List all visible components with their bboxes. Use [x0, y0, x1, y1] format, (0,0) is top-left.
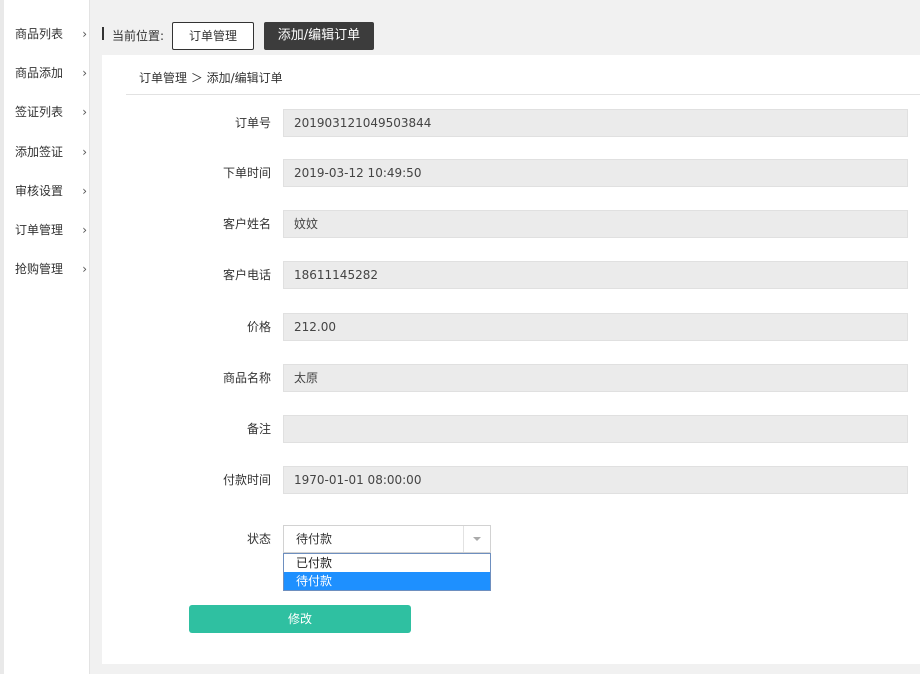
main-panel: 订单管理 ＞ 添加/编辑订单 订单号 201903121049503844 下单… [102, 55, 920, 664]
chevron-right-icon: › [82, 184, 87, 198]
sidebar-item-label: 签证列表 [15, 105, 64, 119]
form-row-price: 价格 212.00 [102, 313, 920, 341]
field-label: 下单时间 [222, 166, 271, 180]
customer-phone-field[interactable]: 18611145282 [283, 261, 908, 289]
location-bar: 当前位置: 订单管理 添加/编辑订单 [102, 22, 920, 50]
status-options-list: 已付款 待付款 [283, 553, 491, 591]
form-row-customer-name: 客户姓名 妏妏 [102, 210, 920, 238]
form-row-order-number: 订单号 201903121049503844 [102, 109, 920, 137]
field-label: 付款时间 [222, 473, 271, 487]
field-label: 客户电话 [222, 268, 271, 282]
sidebar-item-label: 抢购管理 [15, 262, 64, 276]
field-label: 商品名称 [222, 371, 271, 385]
form-row-customer-phone: 客户电话 18611145282 [102, 261, 920, 289]
chevron-right-icon: › [82, 262, 87, 276]
crumb-add-edit-order[interactable]: 添加/编辑订单 [264, 22, 374, 50]
chevron-down-icon [473, 537, 481, 541]
chevron-right-icon: › [82, 105, 87, 119]
chevron-right-icon: › [82, 223, 87, 237]
product-name-field[interactable]: 太原 [283, 364, 908, 392]
status-selected-value: 待付款 [296, 532, 333, 546]
sidebar-item-label: 商品列表 [15, 27, 64, 41]
submit-button[interactable]: 修改 [189, 605, 411, 633]
status-select[interactable]: 待付款 [283, 525, 491, 553]
order-number-field[interactable]: 201903121049503844 [283, 109, 908, 137]
status-option-paid[interactable]: 已付款 [284, 554, 490, 572]
status-option-pending[interactable]: 待付款 [284, 572, 490, 590]
field-label: 客户姓名 [222, 217, 271, 231]
sidebar-item-product-add[interactable]: 商品添加 › [15, 63, 87, 83]
sidebar-item-label: 商品添加 [15, 66, 64, 80]
form-row-remarks: 备注 [102, 415, 920, 443]
sidebar-item-flash-sale[interactable]: 抢购管理 › [15, 259, 87, 279]
chevron-right-icon: › [82, 27, 87, 41]
sidebar-item-label: 添加签证 [15, 145, 64, 159]
sidebar-item-visa-add[interactable]: 添加签证 › [15, 142, 87, 162]
sidebar-item-review-settings[interactable]: 审核设置 › [15, 181, 87, 201]
sidebar-item-label: 审核设置 [15, 184, 64, 198]
remarks-field[interactable] [283, 415, 908, 443]
crumb-order-management[interactable]: 订单管理 [172, 22, 254, 50]
field-label: 订单号 [234, 116, 271, 130]
price-field[interactable]: 212.00 [283, 313, 908, 341]
form-row-payment-time: 付款时间 1970-01-01 08:00:00 [102, 466, 920, 494]
customer-name-field[interactable]: 妏妏 [283, 210, 908, 238]
payment-time-field[interactable]: 1970-01-01 08:00:00 [283, 466, 908, 494]
chevron-right-icon: › [82, 145, 87, 159]
select-arrow-box[interactable] [463, 526, 490, 552]
location-marker [102, 27, 104, 40]
field-label: 价格 [246, 320, 271, 334]
sidebar-item-product-list[interactable]: 商品列表 › [15, 24, 87, 44]
sidebar-item-orders[interactable]: 订单管理 › [15, 220, 87, 240]
field-label: 备注 [246, 422, 271, 436]
form-row-status: 状态 待付款 已付款 待付款 [102, 525, 920, 591]
sidebar: 商品列表 › 商品添加 › 签证列表 › 添加签证 › 审核设置 › 订单管理 … [0, 0, 90, 674]
breadcrumb: 订单管理 ＞ 添加/编辑订单 [126, 55, 920, 95]
location-label: 当前位置: [112, 29, 165, 43]
sidebar-item-label: 订单管理 [15, 223, 64, 237]
form-row-order-time: 下单时间 2019-03-12 10:49:50 [102, 159, 920, 187]
form-row-product-name: 商品名称 太原 [102, 364, 920, 392]
sidebar-item-visa-list[interactable]: 签证列表 › [15, 102, 87, 122]
field-label: 状态 [246, 532, 271, 546]
chevron-right-icon: › [82, 66, 87, 80]
order-time-field[interactable]: 2019-03-12 10:49:50 [283, 159, 908, 187]
